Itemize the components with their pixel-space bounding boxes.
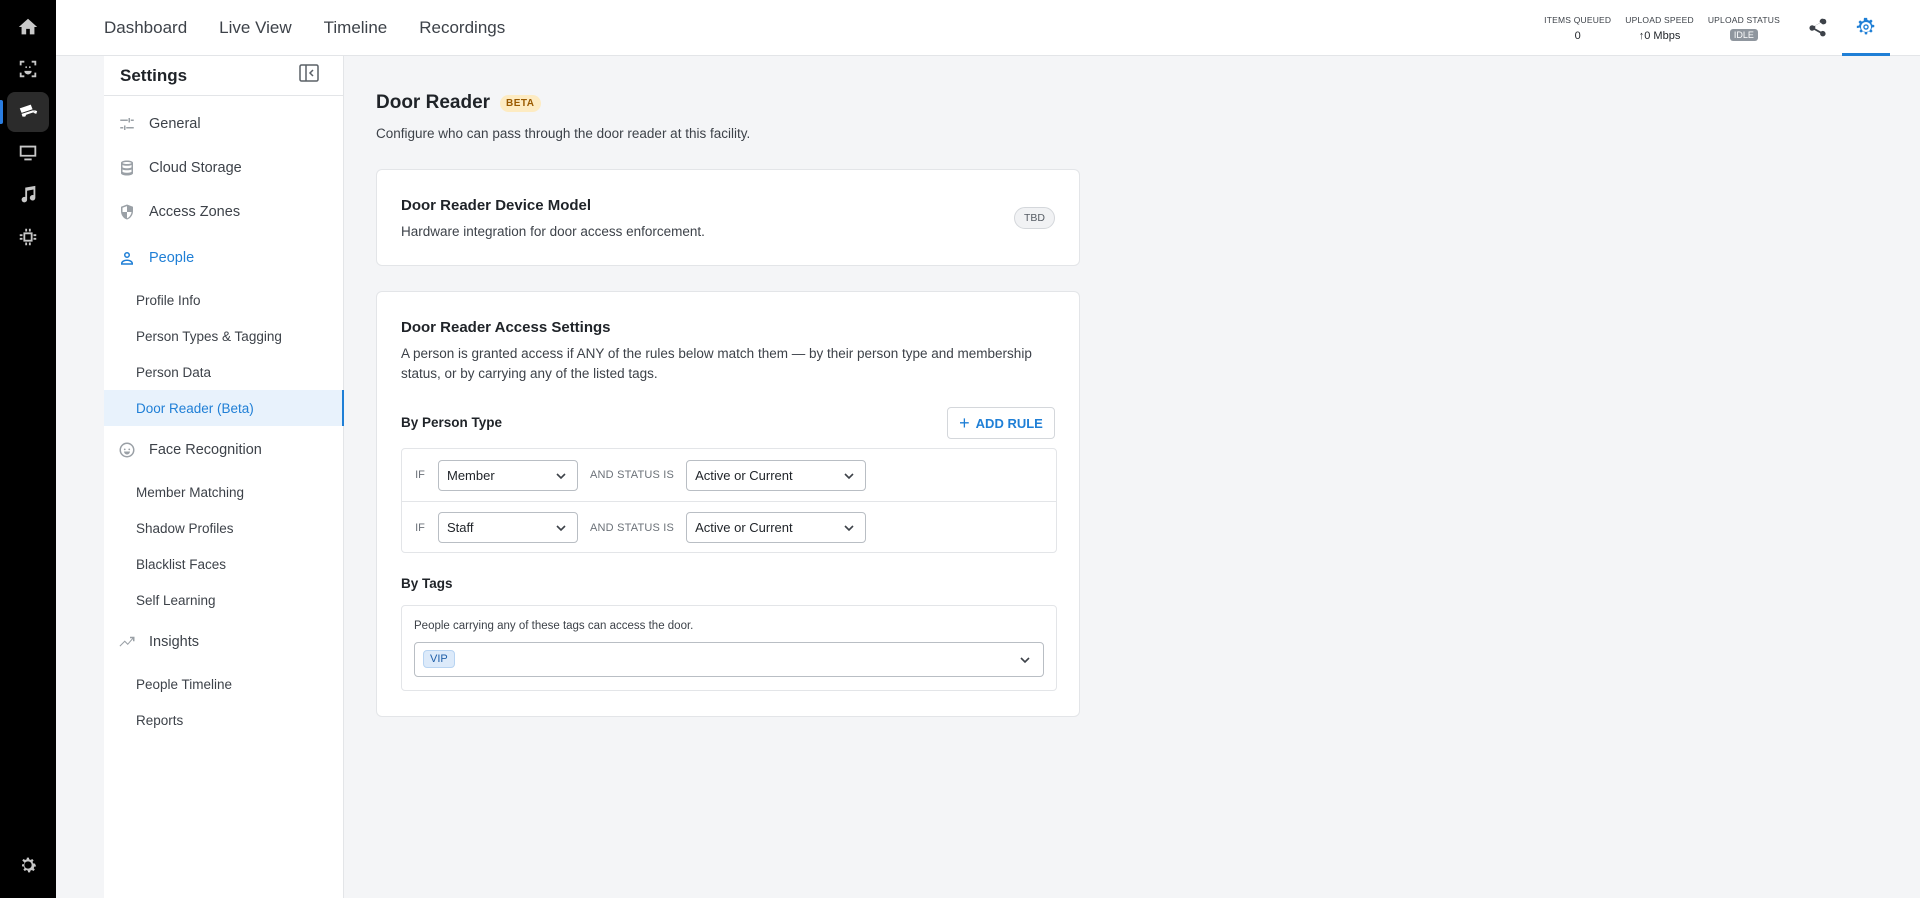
and-status-label: AND STATUS IS [590,521,675,534]
tags-select[interactable]: VIP [414,642,1044,677]
sidebar-item-label: People [149,250,195,266]
sidebar-title: Settings [120,65,188,85]
upload-speed-value: ↑0 Mbps [1638,29,1681,42]
sidebar-subitem-blacklist-faces[interactable]: Blacklist Faces [104,546,344,582]
trend-icon [119,636,135,647]
camera-icon[interactable] [7,92,49,132]
collapse-sidebar-icon[interactable] [299,64,319,87]
upload-status-label: UPLOAD STATUS [1707,15,1780,25]
tag-chip[interactable]: VIP [423,650,455,668]
sidebar-item-people[interactable]: People [104,238,344,278]
sidebar-subitem-member-matching[interactable]: Member Matching [104,474,344,510]
status-value: Active or Current [695,467,793,483]
monitor-icon[interactable] [7,133,49,173]
tbd-badge: TBD [1014,207,1055,229]
sidebar-subitem-reports[interactable]: Reports [104,702,344,738]
gear-icon[interactable] [7,845,49,885]
beta-badge: BETA [500,94,541,112]
by-person-type-label: By Person Type [401,415,503,430]
nav-recordings[interactable]: Recordings [419,18,505,38]
settings-sidebar: Settings General Cloud Storage Access Zo… [104,56,344,898]
sidebar-item-cloud-storage[interactable]: Cloud Storage [104,148,344,188]
chevron-down-icon [1020,657,1030,664]
upload-speed-stat: UPLOAD SPEED ↑0 Mbps [1625,15,1694,42]
sidebar-item-label: General [149,116,201,132]
tags-box: People carrying any of these tags can ac… [401,605,1057,691]
nav-timeline[interactable]: Timeline [324,18,388,38]
page-title: Door Reader [376,92,491,113]
sidebar-subitem-person-types[interactable]: Person Types & Tagging [104,318,344,354]
sidebar-subitem-profile-info[interactable]: Profile Info [104,282,344,318]
app-rail [0,0,56,898]
nav-dashboard[interactable]: Dashboard [104,18,187,38]
person-type-value: Staff [447,520,474,535]
sliders-icon [120,118,134,130]
rule-row: IF Member AND STATUS IS Active or Curren… [402,449,1056,501]
sidebar-item-label: Cloud Storage [149,160,242,176]
rules-list: IF Member AND STATUS IS Active or Curren… [401,448,1057,553]
top-nav: Dashboard Live View Timeline Recordings [104,0,505,56]
items-queued-stat: ITEMS QUEUED 0 [1544,15,1611,42]
sidebar-subitem-people-timeline[interactable]: People Timeline [104,666,344,702]
sidebar-item-general[interactable]: General [104,104,344,144]
top-bar: Dashboard Live View Timeline Recordings … [56,0,1920,56]
sidebar-subitem-self-learning[interactable]: Self Learning [104,582,344,618]
nav-live-view[interactable]: Live View [219,18,291,38]
sidebar-subitem-door-reader[interactable]: Door Reader (Beta) [104,390,344,426]
upload-status-badge: IDLE [1729,29,1758,41]
upload-speed-label: UPLOAD SPEED [1625,14,1694,25]
sidebar-subitem-person-data[interactable]: Person Data [104,354,344,390]
if-label: IF [415,521,425,534]
shield-icon [121,204,133,220]
sidebar-item-insights[interactable]: Insights [104,622,344,662]
rule-row: IF Staff AND STATUS IS Active or Current [402,501,1056,553]
status-select[interactable]: Active or Current [686,459,867,491]
person-icon [121,252,133,265]
person-type-value: Member [447,467,495,483]
person-type-select[interactable]: Member [438,459,578,491]
chevron-down-icon [556,472,566,479]
device-card-title: Door Reader Device Model [401,197,592,214]
device-model-card: Door Reader Device Model Hardware integr… [376,169,1080,266]
upload-stats: ITEMS QUEUED 0 UPLOAD SPEED ↑0 Mbps UPLO… [1544,0,1920,56]
items-queued-label: ITEMS QUEUED [1544,14,1612,25]
share-icon[interactable] [1794,0,1842,56]
access-settings-card: Door Reader Access Settings A person is … [376,291,1080,717]
if-label: IF [415,469,425,481]
chip-icon[interactable] [7,217,49,257]
plus-icon: + [959,413,970,433]
sidebar-header: Settings [104,56,343,96]
sidebar-item-label: Access Zones [149,204,241,220]
chevron-down-icon [844,472,854,479]
sidebar-subitem-shadow-profiles[interactable]: Shadow Profiles [104,510,344,546]
items-queued-value: 0 [1574,29,1581,42]
by-tags-label: By Tags [401,576,453,591]
sidebar-item-label: Insights [149,634,199,650]
sidebar-item-access-zones[interactable]: Access Zones [104,192,344,232]
home-icon[interactable] [7,7,49,47]
add-rule-label: ADD RULE [975,415,1043,431]
database-icon [121,160,133,176]
rail-active-indicator [0,100,3,124]
face-icon [119,442,135,458]
status-select[interactable]: Active or Current [686,512,867,543]
face-scan-icon[interactable] [7,49,49,89]
upload-status-stat: UPLOAD STATUS IDLE [1708,15,1780,41]
person-type-select[interactable]: Staff [438,512,578,543]
sidebar-item-face-recognition[interactable]: Face Recognition [104,430,344,470]
and-status-label: AND STATUS IS [590,469,675,481]
page-title-row: Door Reader BETA [376,92,541,114]
chevron-down-icon [556,525,566,532]
device-card-description: Hardware integration for door access enf… [401,224,705,239]
chevron-down-icon [844,525,854,532]
access-card-description: A person is granted access if ANY of the… [401,346,1032,381]
status-value: Active or Current [695,520,793,535]
settings-gear-icon[interactable] [1842,0,1890,56]
music-icon[interactable] [7,175,49,215]
access-card-title: Door Reader Access Settings [401,319,611,336]
add-rule-button[interactable]: + ADD RULE [947,407,1055,439]
tags-hint: People carrying any of these tags can ac… [414,620,694,632]
sidebar-item-label: Face Recognition [149,442,262,458]
page-description: Configure who can pass through the door … [376,126,751,141]
